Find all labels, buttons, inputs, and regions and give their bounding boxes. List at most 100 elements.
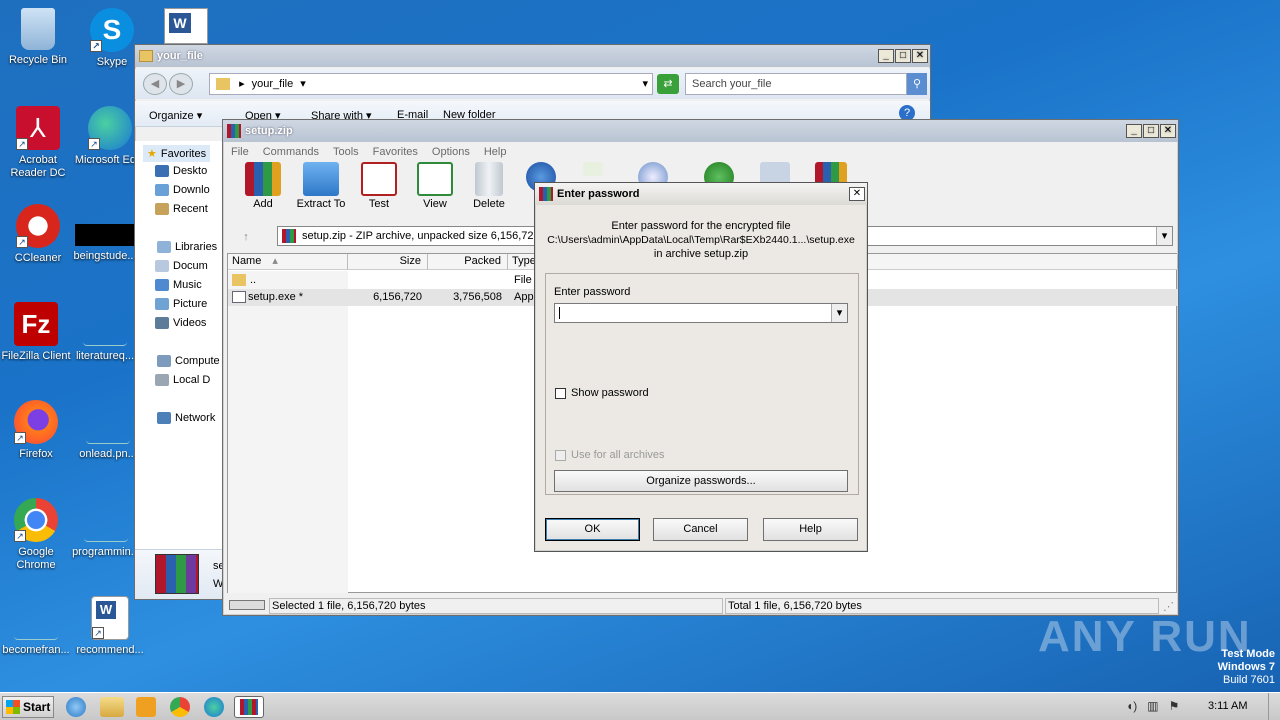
navigation-pane: ★ Favorites Deskto Downlo Recent Librarie… (135, 141, 225, 551)
taskbar-ie-icon[interactable] (66, 697, 86, 717)
recent-icon (155, 203, 169, 215)
breadcrumb-your-file[interactable]: your_file (252, 78, 294, 90)
taskbar: Start ◖) ▥ ⚑ 3:11 AM (0, 692, 1280, 720)
network-tray-icon[interactable]: ▥ (1147, 699, 1158, 715)
winrar-titlebar[interactable]: setup.zip _ □ ✕ (223, 120, 1178, 142)
menu-file[interactable]: File (231, 146, 249, 158)
dialog-close-button[interactable]: ✕ (849, 187, 865, 201)
help-button[interactable]: Help (763, 518, 858, 541)
maximize-button[interactable]: □ (895, 49, 911, 63)
computer-icon (157, 355, 171, 367)
password-input[interactable]: ▾ (554, 303, 848, 323)
nav-music[interactable]: Music (155, 279, 202, 291)
nav-favorites[interactable]: ★ Favorites (143, 145, 211, 162)
refresh-button[interactable]: ⇄ (657, 74, 679, 94)
blank-file-icon (86, 400, 130, 444)
organize-button[interactable]: Organize ▾ (149, 109, 202, 122)
breadcrumb-chevron-icon[interactable]: ▸ (239, 78, 245, 90)
nav-desktop[interactable]: Deskto (155, 165, 207, 177)
nav-recent[interactable]: Recent (155, 203, 208, 215)
view-button[interactable]: View (405, 162, 465, 210)
taskbar-chrome-icon[interactable] (170, 697, 190, 717)
resize-grip-icon[interactable]: ⋰ (1163, 600, 1174, 613)
address-bar[interactable]: ▸ your_file ▾ ▾ (209, 73, 653, 95)
wizard-button[interactable] (563, 162, 623, 178)
use-for-all-checkbox[interactable]: Use for all archives (555, 449, 665, 461)
close-button[interactable]: ✕ (912, 49, 928, 63)
search-icon[interactable]: ⚲ (907, 73, 927, 95)
password-dialog[interactable]: Enter password ✕ Enter password for the … (534, 182, 868, 552)
clock[interactable]: 3:11 AM (1208, 700, 1248, 712)
back-button[interactable]: ◀ (143, 73, 167, 95)
column-packed[interactable]: Packed (428, 254, 508, 270)
forward-button[interactable]: ▶ (169, 73, 193, 95)
ok-button[interactable]: OK (545, 518, 640, 541)
desktop-icon-literatureq[interactable]: literatureq... (67, 302, 143, 363)
desktop-icon-becomefran[interactable]: becomefran... (0, 596, 74, 657)
add-button[interactable]: Add (233, 162, 293, 210)
desktop-icon-recycle-bin[interactable]: Recycle Bin (0, 8, 76, 67)
search-input[interactable]: Search your_file (685, 73, 907, 95)
cancel-button[interactable]: Cancel (653, 518, 748, 541)
taskbar-explorer-icon[interactable] (100, 697, 124, 717)
desktop-icon-firefox[interactable]: ↗ Firefox (0, 400, 74, 461)
column-size[interactable]: Size (348, 254, 428, 270)
nav-network[interactable]: Network (157, 412, 215, 424)
close-button[interactable]: ✕ (1160, 124, 1176, 138)
edge-icon: ↗ (88, 106, 132, 150)
speaker-icon[interactable]: ◖) (1126, 699, 1137, 715)
organize-passwords-button[interactable]: Organize passwords... (554, 470, 848, 492)
nav-downloads[interactable]: Downlo (155, 184, 210, 196)
recycle-bin-icon (21, 8, 55, 50)
menu-tools[interactable]: Tools (333, 146, 359, 158)
taskbar-edge-icon[interactable] (204, 697, 224, 717)
filezilla-icon: Fz (14, 302, 58, 346)
minimize-button[interactable]: _ (878, 49, 894, 63)
word-doc-icon[interactable]: W (164, 8, 208, 44)
maximize-button[interactable]: □ (1143, 124, 1159, 138)
password-history-dropdown-icon[interactable]: ▾ (831, 304, 847, 322)
test-button[interactable]: Test (349, 162, 409, 210)
address-dropdown-icon[interactable]: ▾ (642, 74, 648, 94)
desktop-icon-recommend[interactable]: W ↗ recommend... (72, 596, 148, 657)
nav-libraries[interactable]: Libraries (157, 241, 217, 253)
start-button[interactable]: Start (2, 696, 54, 718)
nav-computer[interactable]: Compute (157, 355, 220, 367)
shortcut-arrow-icon: ↗ (14, 432, 26, 444)
desktop-icon-programmin[interactable]: programmin... (68, 498, 144, 559)
minimize-button[interactable]: _ (1126, 124, 1142, 138)
show-password-checkbox[interactable]: Show password (555, 387, 649, 399)
column-name[interactable]: Name ▴ (228, 254, 348, 270)
taskbar-winrar-icon[interactable] (234, 696, 264, 718)
pictures-icon (155, 298, 169, 310)
menu-help[interactable]: Help (484, 146, 507, 158)
flag-icon[interactable]: ⚑ (1169, 699, 1180, 715)
up-folder-button[interactable]: ↑ (233, 226, 259, 248)
explorer-titlebar[interactable]: your_file _ □ ✕ (135, 45, 930, 67)
blank-file-icon (83, 302, 127, 346)
delete-button[interactable]: Delete (459, 162, 519, 210)
show-desktop-button[interactable] (1268, 693, 1280, 720)
path-dropdown-icon[interactable]: ▾ (1156, 227, 1172, 245)
folder-icon (216, 78, 230, 91)
desktop-icon-filezilla[interactable]: Fz FileZilla Client (0, 302, 74, 363)
desktop-icon-beingstude[interactable]: beingstude... (67, 204, 143, 263)
menu-favorites[interactable]: Favorites (373, 146, 418, 158)
extract-to-button[interactable]: Extract To (291, 162, 351, 210)
desktop-icon-chrome[interactable]: ↗ Google Chrome (0, 498, 74, 572)
taskbar-media-player-icon[interactable] (136, 697, 156, 717)
desktop-icon-acrobat[interactable]: ⅄ ↗ Acrobat Reader DC (0, 106, 76, 180)
nav-local-disk[interactable]: Local D (155, 374, 210, 386)
test-clipboard-icon (361, 162, 397, 196)
nav-documents[interactable]: Docum (155, 260, 208, 272)
menu-commands[interactable]: Commands (263, 146, 319, 158)
checkbox-icon (555, 449, 566, 461)
dialog-titlebar[interactable]: Enter password ✕ (535, 183, 867, 205)
nav-pictures[interactable]: Picture (155, 298, 207, 310)
wizard-icon (583, 162, 603, 176)
menu-options[interactable]: Options (432, 146, 470, 158)
nav-videos[interactable]: Videos (155, 317, 206, 329)
desktop-icon-ccleaner[interactable]: ↗ CCleaner (0, 204, 76, 265)
chevron-down-icon[interactable]: ▾ (300, 78, 306, 90)
chrome-icon: ↗ (14, 498, 58, 542)
